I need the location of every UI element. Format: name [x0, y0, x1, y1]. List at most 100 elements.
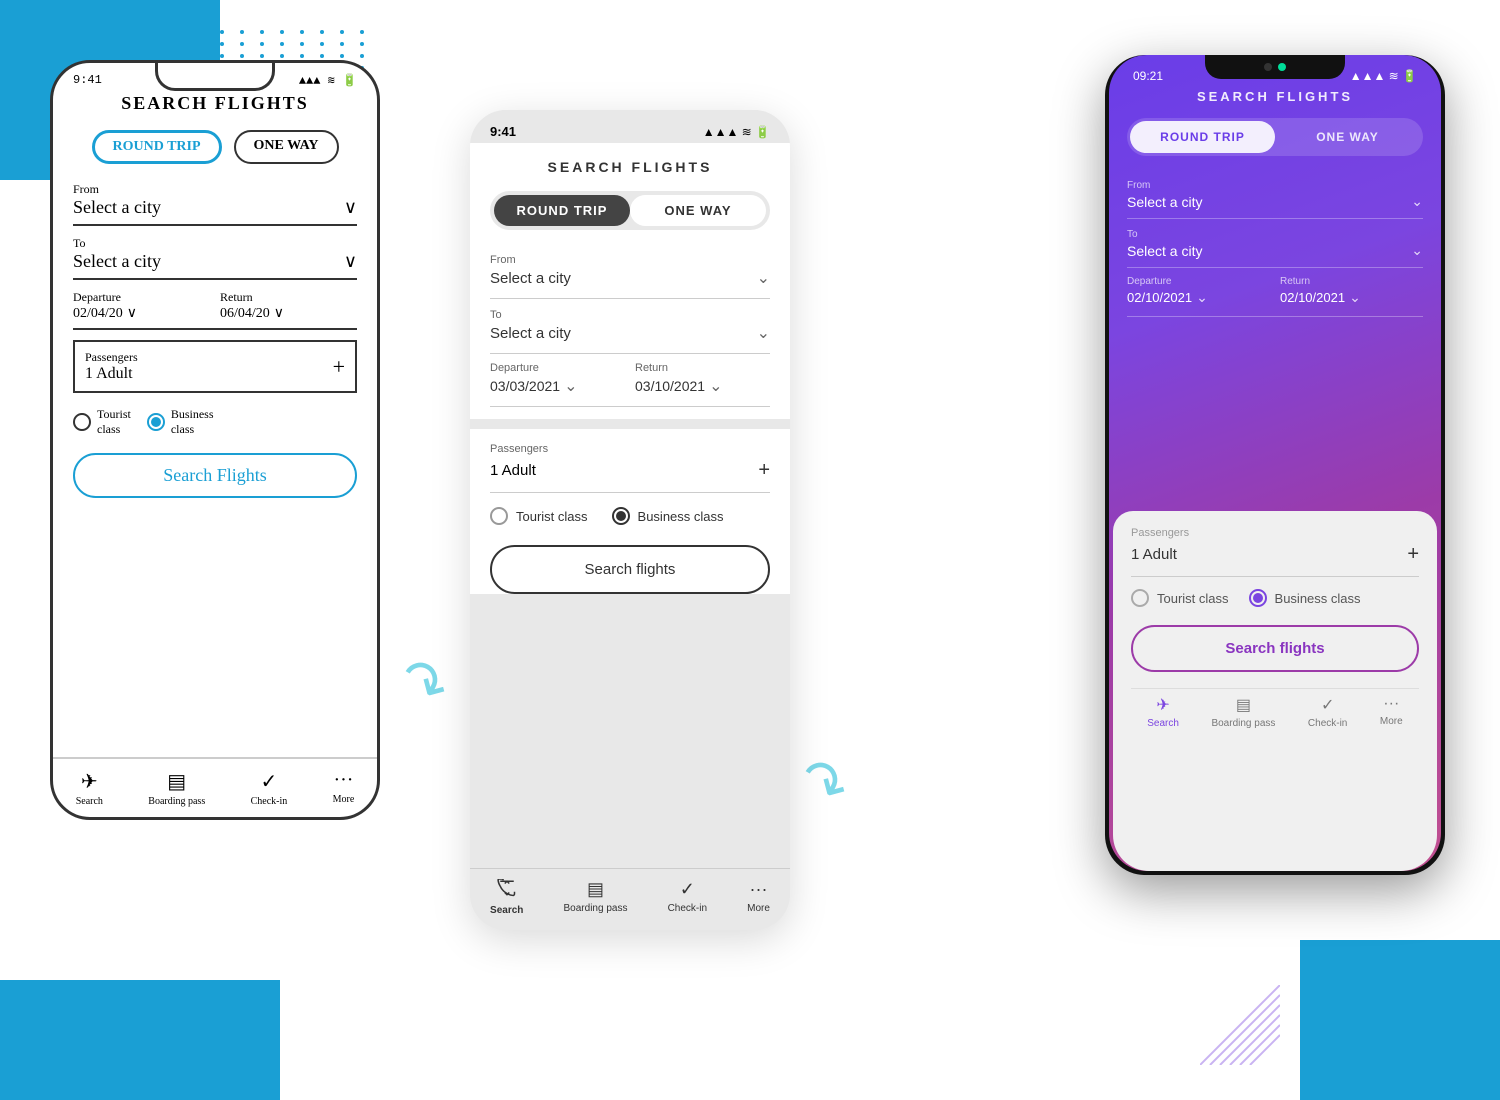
final-dep-chevron [1196, 289, 1208, 306]
mid-checkin-icon: ✓ [680, 879, 695, 900]
final-to-value: Select a city [1127, 242, 1423, 259]
wireframe-toggle: ROUND TRIP ONE WAY [73, 130, 357, 164]
wireframe-passengers-box[interactable]: Passengers 1 Adult + [73, 340, 357, 393]
final-departure[interactable]: Departure 02/10/2021 [1127, 276, 1270, 306]
mid-tourist-radio[interactable] [490, 507, 508, 525]
final-more-icon: ··· [1383, 695, 1399, 713]
wireframe-nav-more[interactable]: ··· More [333, 769, 355, 807]
mid-business-class[interactable]: Business class [612, 507, 724, 525]
wireframe-tourist-radio[interactable] [73, 413, 91, 431]
mid-nav-search[interactable]: Search [490, 879, 523, 916]
final-camera-bar [1205, 55, 1345, 79]
final-camera-green [1278, 63, 1286, 71]
final-business-class[interactable]: Business class [1249, 589, 1361, 607]
mid-from-field[interactable]: From Select a city [490, 250, 770, 299]
mid-dep-chevron [564, 376, 577, 396]
mid-title: SEARCH FLIGHTS [490, 159, 770, 175]
wireframe-dep-chevron: ∨ [127, 305, 137, 322]
wireframe-time: 9:41 [73, 73, 102, 88]
arrow-1: ↷ [387, 643, 461, 724]
mid-ret-label: Return [635, 362, 770, 374]
wireframe-to-label: To [73, 236, 357, 251]
phone-wireframe: 9:41 ▲▲▲ ≋ 🔋 SEARCH FLIGHTS ROUND TRIP O… [50, 60, 380, 820]
mid-more-icon: ··· [750, 879, 768, 900]
final-tourist-class[interactable]: Tourist class [1131, 589, 1229, 607]
mid-ret-value: 03/10/2021 [635, 376, 770, 396]
mid-ret-chevron [709, 376, 722, 396]
wireframe-nav-boarding[interactable]: ▤ Boarding pass [148, 769, 205, 807]
mid-toggle: ROUND TRIP ONE WAY [490, 191, 770, 230]
mid-round-trip-tab[interactable]: ROUND TRIP [494, 195, 630, 226]
final-nav-more[interactable]: ··· More [1380, 695, 1403, 729]
mid-search-btn[interactable]: Search flights [490, 545, 770, 594]
mid-nav-more[interactable]: ··· More [747, 879, 770, 916]
mid-dep-value: 03/03/2021 [490, 376, 625, 396]
final-dates: Departure 02/10/2021 Return 02/10/2021 [1127, 276, 1423, 317]
final-screen: 09:21 ▲▲▲ ≋ 🔋 SEARCH FLIGHTS ROUND TRIP … [1109, 55, 1441, 871]
final-nav-boarding[interactable]: ▤ Boarding pass [1211, 695, 1275, 729]
wireframe-nav-checkin[interactable]: ✓ Check-in [251, 769, 288, 807]
final-from-field[interactable]: From Select a city [1127, 174, 1423, 219]
wireframe-to-field[interactable]: To Select a city ∨ [73, 236, 357, 280]
mid-to-chevron [757, 323, 770, 343]
phone-final: 09:21 ▲▲▲ ≋ 🔋 SEARCH FLIGHTS ROUND TRIP … [1105, 55, 1445, 875]
mid-return[interactable]: Return 03/10/2021 [635, 362, 770, 396]
wireframe-nav-search[interactable]: ✈ Search [76, 769, 103, 807]
mid-nav-checkin[interactable]: ✓ Check-in [668, 879, 707, 916]
mid-add-passenger-icon[interactable]: + [758, 459, 770, 482]
mid-pass-row: 1 Adult + [490, 459, 770, 482]
wireframe-checkin-icon: ✓ [261, 769, 278, 794]
final-from-value: Select a city [1127, 193, 1423, 210]
final-boarding-icon: ▤ [1236, 695, 1251, 715]
final-round-trip-tab[interactable]: ROUND TRIP [1130, 121, 1275, 153]
wireframe-add-passenger-icon[interactable]: + [333, 354, 345, 380]
final-from-label: From [1127, 180, 1423, 191]
final-lower-section: Passengers 1 Adult + Tourist class Busin… [1113, 511, 1437, 871]
wireframe-departure[interactable]: Departure 02/04/20 ∨ [73, 290, 210, 322]
final-return[interactable]: Return 02/10/2021 [1280, 276, 1423, 306]
wireframe-business-radio[interactable] [147, 413, 165, 431]
final-time: 09:21 [1133, 69, 1163, 83]
mid-nav-boarding[interactable]: ▤ Boarding pass [564, 879, 628, 916]
wireframe-round-trip-btn[interactable]: ROUND TRIP [92, 130, 222, 164]
mid-one-way-tab[interactable]: ONE WAY [630, 195, 766, 226]
mid-to-field[interactable]: To Select a city [490, 305, 770, 354]
wireframe-search-icon: ✈ [81, 769, 98, 794]
final-add-passenger-icon[interactable]: + [1407, 543, 1419, 566]
wireframe-business-class[interactable]: Businessclass [147, 407, 214, 437]
wireframe-from-field[interactable]: From Select a city ∨ [73, 182, 357, 226]
wireframe-tourist-class[interactable]: Touristclass [73, 407, 131, 437]
final-nav-checkin[interactable]: ✓ Check-in [1308, 695, 1347, 729]
mid-departure[interactable]: Departure 03/03/2021 [490, 362, 625, 396]
wireframe-one-way-btn[interactable]: ONE WAY [234, 130, 339, 164]
final-nav-search[interactable]: ✈ Search [1147, 695, 1179, 729]
wireframe-dates: Departure 02/04/20 ∨ Return 06/04/20 ∨ [73, 290, 357, 330]
arrow-2: ↷ [787, 743, 861, 824]
final-search-btn[interactable]: Search flights [1131, 625, 1419, 672]
mid-class-row: Tourist class Business class [490, 507, 770, 525]
wireframe-search-btn[interactable]: Search Flights [73, 453, 357, 498]
final-camera-dot [1264, 63, 1272, 71]
final-tourist-radio[interactable] [1131, 589, 1149, 607]
final-toggle: ROUND TRIP ONE WAY [1127, 118, 1423, 156]
wireframe-from-value: Select a city ∨ [73, 197, 357, 218]
mid-to-value: Select a city [490, 323, 770, 343]
final-checkin-icon: ✓ [1321, 695, 1334, 715]
final-to-field[interactable]: To Select a city [1127, 223, 1423, 268]
mid-business-radio[interactable] [612, 507, 630, 525]
final-business-radio[interactable] [1249, 589, 1267, 607]
mid-bottom-nav: Search ▤ Boarding pass ✓ Check-in ··· Mo… [470, 868, 790, 930]
final-one-way-tab[interactable]: ONE WAY [1275, 121, 1420, 153]
final-bottom-nav: ✈ Search ▤ Boarding pass ✓ Check-in ··· … [1131, 688, 1419, 729]
wireframe-bottom-nav: ✈ Search ▤ Boarding pass ✓ Check-in ··· … [53, 757, 377, 807]
mid-tourist-class[interactable]: Tourist class [490, 507, 588, 525]
mid-passengers[interactable]: Passengers 1 Adult + [490, 443, 770, 493]
wireframe-return[interactable]: Return 06/04/20 ∨ [220, 290, 357, 322]
final-title: SEARCH FLIGHTS [1127, 89, 1423, 104]
wireframe-more-icon: ··· [333, 769, 353, 792]
mid-from-label: From [490, 254, 770, 266]
wireframe-class-row: Touristclass Businessclass [73, 407, 357, 437]
mid-from-value: Select a city [490, 268, 770, 288]
final-passengers[interactable]: Passengers 1 Adult + [1131, 527, 1419, 577]
wireframe-tourist-label: Touristclass [97, 407, 131, 437]
